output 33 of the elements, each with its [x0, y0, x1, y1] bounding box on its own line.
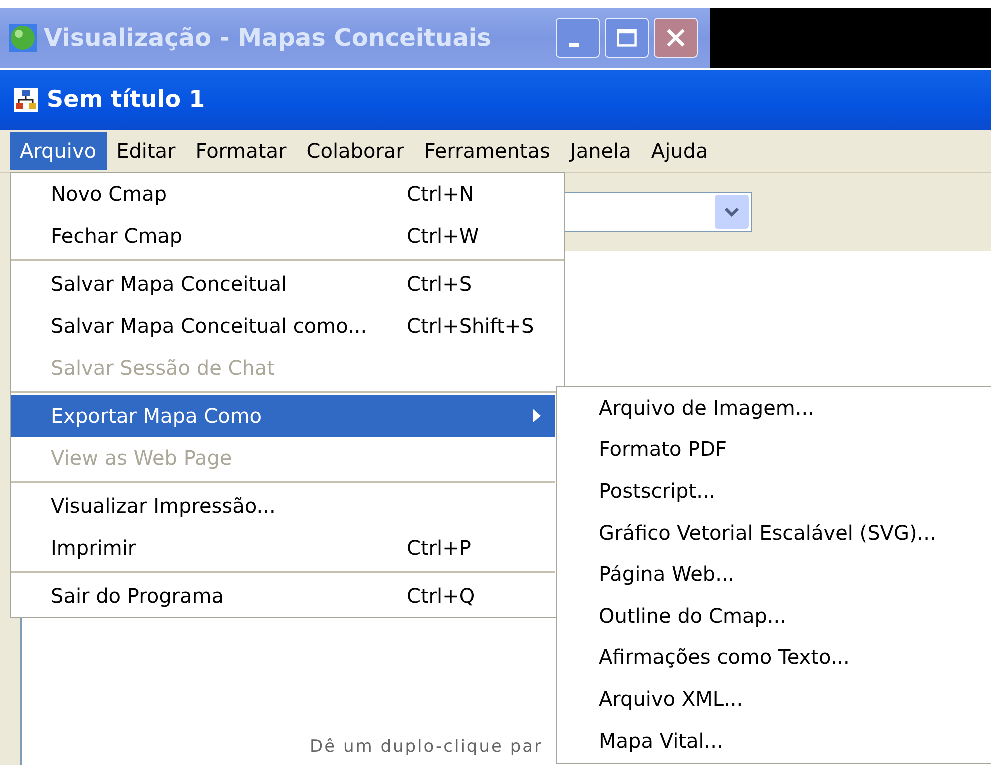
- menu-item[interactable]: Formatar: [186, 132, 297, 170]
- menu-item[interactable]: Formato PDF: [557, 428, 991, 470]
- menu-item[interactable]: Gráfico Vetorial Escalável (SVG)...: [557, 512, 991, 554]
- shortcut-text: Ctrl+N: [407, 182, 474, 206]
- menu-item[interactable]: Imprimir Ctrl+P: [11, 527, 555, 569]
- menu-item[interactable]: Exportar Mapa Como: [11, 395, 555, 437]
- menu-item[interactable]: Ajuda: [641, 132, 718, 170]
- menu-item[interactable]: Ferramentas: [414, 132, 560, 170]
- menu-item[interactable]: Editar: [106, 132, 186, 170]
- menu-item[interactable]: Arquivo XML...: [557, 678, 991, 720]
- menu-item[interactable]: Página Web...: [557, 553, 991, 595]
- menu-item[interactable]: Novo Cmap Ctrl+N: [11, 173, 564, 215]
- menu-item[interactable]: Outline do Cmap...: [557, 594, 991, 637]
- menu-item[interactable]: Afirmações como Texto...: [557, 636, 991, 678]
- menu-item[interactable]: Salvar Mapa Conceitual Ctrl+S: [11, 263, 564, 305]
- hint-text: Dê um duplo-clique par: [310, 737, 544, 757]
- menu-item[interactable]: Visualizar Impressão...: [11, 485, 555, 527]
- menu-item[interactable]: Janela: [560, 132, 642, 170]
- document-title: Sem título 1: [47, 87, 206, 113]
- shortcut-text: Ctrl+Shift+S: [407, 314, 534, 338]
- menu-item[interactable]: Sair do Programa Ctrl+Q: [11, 575, 555, 617]
- menu-item[interactable]: Arquivo de Imagem...: [557, 387, 991, 429]
- shortcut-text: Ctrl+W: [407, 224, 480, 248]
- shortcut-text: Ctrl+Q: [407, 584, 476, 608]
- menu-item[interactable]: Mapa Vital...: [557, 720, 991, 762]
- menu-item[interactable]: Arquivo: [10, 132, 107, 170]
- shortcut-text: Ctrl+P: [407, 536, 472, 560]
- menu-item[interactable]: Postscript...: [557, 470, 991, 512]
- menu-item[interactable]: Salvar Mapa Conceitual como... Ctrl+Shift+S: [11, 305, 564, 347]
- menu-item[interactable]: Colaborar: [296, 132, 414, 170]
- shortcut-text: Ctrl+S: [407, 272, 472, 296]
- window-title: Visualização - Mapas Conceituais: [44, 24, 492, 52]
- menu-item[interactable]: Fechar Cmap Ctrl+W: [11, 215, 564, 257]
